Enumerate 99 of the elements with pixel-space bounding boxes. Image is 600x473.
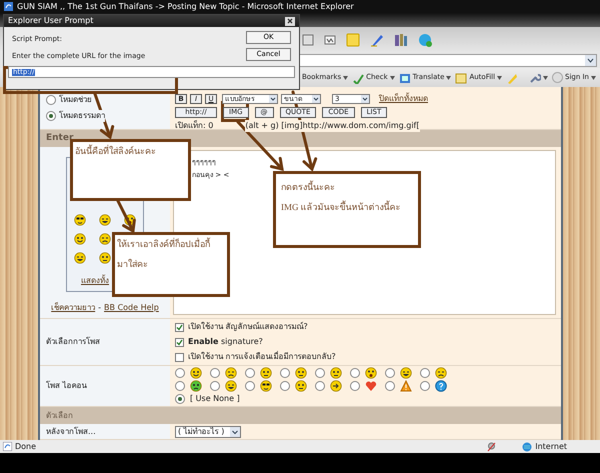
callout-text: IMG แล้วมันจะขึ้นหน้าต่างนี้คะ: [281, 200, 401, 214]
caret-icon: [343, 76, 348, 80]
smiley-icon: [190, 367, 202, 379]
checkbox[interactable]: [175, 322, 184, 332]
smiley-icon: [99, 252, 111, 264]
radio-button[interactable]: [245, 381, 255, 391]
smiley-icon: [99, 233, 111, 245]
check-mark-icon: [352, 72, 364, 84]
note-icon: [346, 32, 360, 46]
checkbox[interactable]: [175, 352, 184, 362]
globe-icon: [522, 442, 532, 452]
smiley-icon: [400, 367, 412, 379]
check-length-link[interactable]: เช็คความยาว: [51, 302, 96, 314]
page-icon: [302, 34, 314, 46]
section-header: Enter: [46, 132, 74, 145]
radio-button[interactable]: [315, 381, 325, 391]
callout-text: มาใส่คะ: [117, 258, 148, 271]
field-label: ตัวเลือกการโพส: [46, 336, 100, 348]
radio-button[interactable]: [280, 381, 290, 391]
heart-icon: [365, 380, 377, 392]
zone-text: Internet: [535, 440, 568, 452]
smiley-icon: [99, 214, 111, 226]
radio-button[interactable]: [46, 95, 56, 105]
select-field[interactable]: ( ไม่ทำอะไร ): [175, 426, 241, 438]
browser-logo-icon: [4, 2, 13, 11]
radio-button[interactable]: [385, 381, 395, 391]
smiley-icon: [74, 214, 86, 226]
section-header: ตัวเลือก: [46, 410, 73, 422]
radio-button[interactable]: [175, 368, 185, 378]
tag-hint: (alt + g) [img]http://www.dom.com/img.gif[: [245, 120, 420, 132]
smiley-icon: [260, 367, 272, 379]
close-tags-link[interactable]: ปิดแท็กทั้งหมด: [379, 93, 428, 105]
tools-button[interactable]: [529, 72, 548, 84]
smiley-icon: [124, 214, 136, 226]
smiley-icon: [190, 380, 202, 392]
smiley-icon: [365, 367, 377, 379]
pen-icon: [370, 32, 384, 46]
dropdown-arrow-icon: [361, 95, 369, 103]
dropdown-arrow-icon: [312, 95, 320, 103]
globe-icon: [418, 32, 432, 46]
caret-icon: [497, 76, 502, 80]
radio-button[interactable]: [175, 381, 185, 391]
caret-icon: [543, 76, 548, 80]
checkbox-label: เปิดใช้งาน สัญลักษณ์แสดงอารมณ์?: [188, 321, 308, 333]
smiley-icon: [435, 367, 447, 379]
open-tags-count: เปิดแท็ก: 0: [175, 120, 214, 132]
smiley-icon: [225, 380, 237, 392]
caret-icon: [446, 76, 452, 80]
radio-button[interactable]: [210, 381, 220, 391]
radio-button[interactable]: [315, 368, 325, 378]
show-all-link[interactable]: แสดงทั้ง: [81, 275, 109, 287]
callout-text: อันนี้คือที่ใส่ลิงค์นะคะ: [75, 144, 156, 158]
radio-button[interactable]: [420, 381, 430, 391]
radio-button[interactable]: [210, 368, 220, 378]
wrench-icon: [529, 72, 541, 84]
checkbox-label: Enable signature?: [188, 336, 263, 348]
mode-label: โหมดธรรมดา: [59, 110, 105, 122]
smiley-icon: [74, 252, 86, 264]
radio-button[interactable]: [175, 394, 185, 404]
document-icon: [324, 34, 336, 46]
translate-icon: [398, 72, 411, 84]
smiley-icon: [295, 380, 307, 392]
field-label: หลังจากโพส...: [46, 426, 96, 438]
smiley-icon: [330, 367, 342, 379]
checkbox[interactable]: [175, 338, 184, 346]
radio-button[interactable]: [245, 368, 255, 378]
close-button[interactable]: [285, 16, 295, 26]
radio-button[interactable]: [350, 381, 360, 391]
dialog-title: Explorer User Prompt: [8, 17, 94, 25]
radio-button[interactable]: [385, 368, 395, 378]
callout-text: กดตรงนี้นะคะ: [281, 180, 335, 194]
warning-icon: [400, 380, 412, 392]
radio-button[interactable]: [350, 368, 360, 378]
link-separator: -: [98, 302, 102, 314]
radio-button[interactable]: [280, 368, 290, 378]
smiley-icon: [295, 367, 307, 379]
bb-code-help-link[interactable]: BB Code Help: [104, 302, 159, 314]
user-circle-icon: [552, 72, 563, 83]
status-text: Done: [15, 440, 36, 452]
smiley-icon: [260, 380, 272, 392]
dropdown-arrow-icon: [269, 95, 277, 103]
radio-button[interactable]: [420, 368, 430, 378]
page-icon: [3, 442, 12, 451]
use-none-label: [ Use None ]: [190, 393, 240, 405]
field-label: โพส ไอคอน: [46, 380, 87, 392]
books-icon: [394, 32, 408, 46]
form-icon: [455, 72, 468, 84]
caret-icon: [591, 76, 596, 80]
smiley-icon: [74, 233, 86, 245]
highlight-frame: [221, 101, 249, 122]
smiley-icon: [225, 367, 237, 379]
close-icon: [287, 18, 293, 24]
blocked-icon: [487, 442, 496, 452]
radio-button[interactable]: [46, 111, 56, 121]
window-title: GUN SIAM ,, The 1st Gun Thaifans -> Posting New Topic - Microsoft Internet Explorer: [17, 2, 354, 10]
question-icon: [435, 380, 447, 392]
checkbox-label: เปิดใช้งาน การแจ้งเตือนเมื่อมีการตอบกลับ?: [188, 351, 336, 363]
highlighter-icon: [506, 72, 518, 84]
caret-icon: [390, 76, 395, 80]
